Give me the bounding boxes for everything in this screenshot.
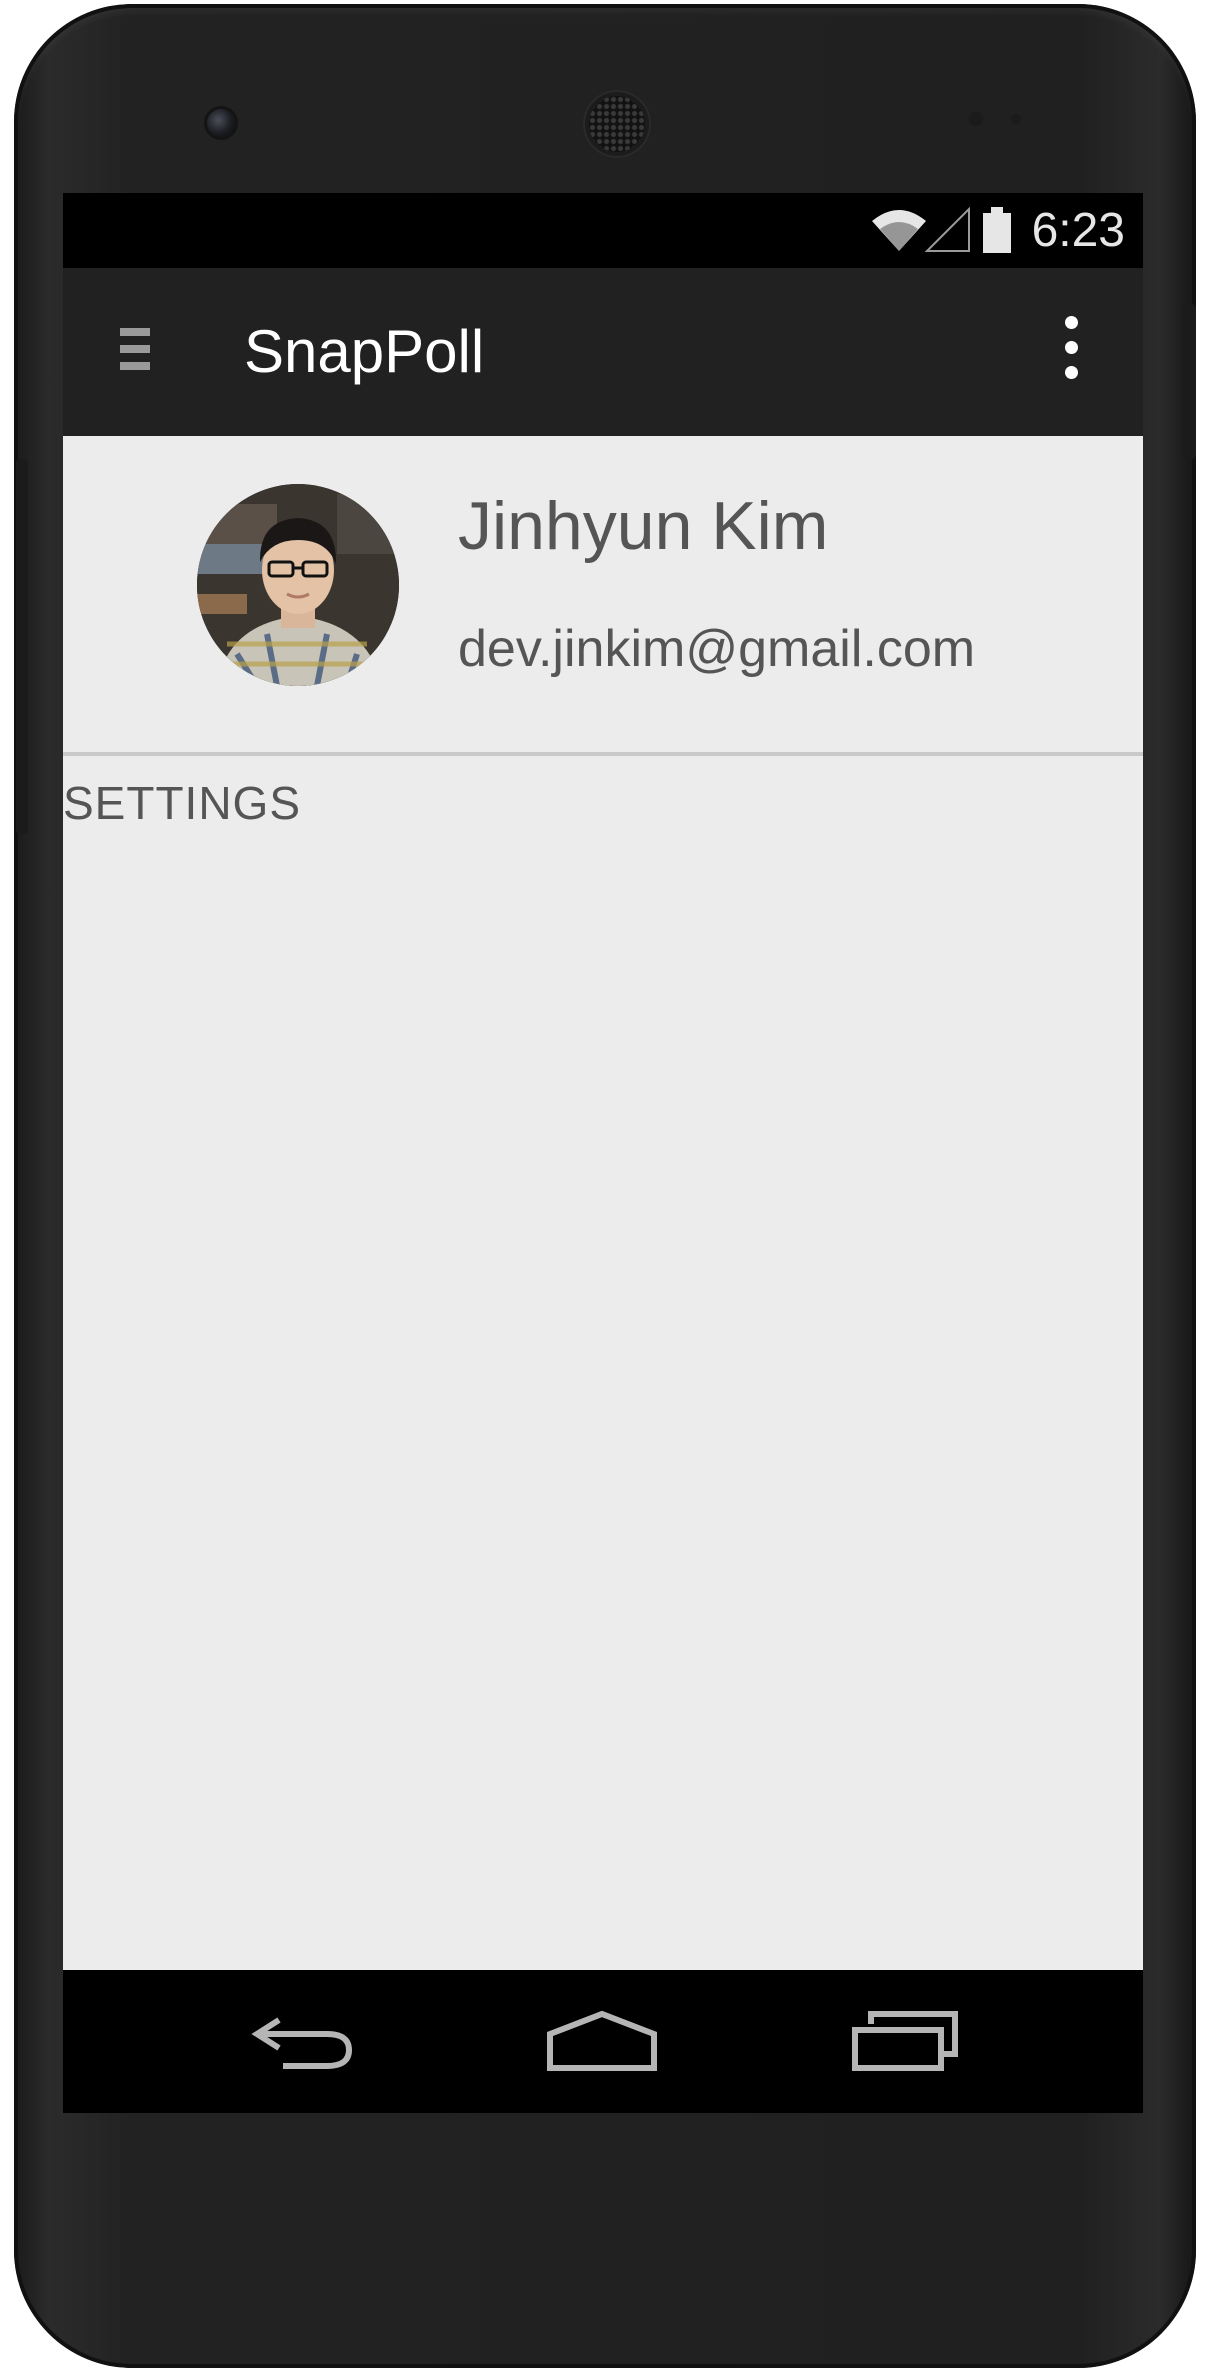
profile-email: dev.jinkim@gmail.com [458, 620, 976, 678]
light-sensor-icon [1011, 114, 1021, 124]
avatar[interactable] [197, 484, 399, 686]
earpiece-speaker-icon [589, 96, 645, 152]
drawer-menu-icon[interactable] [120, 328, 156, 374]
cell-signal-icon [924, 206, 970, 252]
volume-button [16, 459, 28, 834]
proximity-sensor-icon [969, 112, 983, 126]
navigation-bar [63, 1970, 1143, 2113]
status-bar: 6:23 [63, 193, 1143, 268]
front-camera-icon [207, 109, 235, 137]
phone-screen: 6:23 SnapPoll Jinhyun Kim dev.jinkim@gma… [63, 193, 1143, 2113]
home-icon[interactable] [546, 2008, 658, 2072]
battery-icon [983, 207, 1011, 253]
profile-name: Jinhyun Kim [458, 488, 829, 564]
recents-icon[interactable] [851, 2008, 961, 2072]
app-title: SnapPoll [244, 318, 485, 385]
status-time: 6:23 [1031, 204, 1125, 257]
power-button [1182, 304, 1196, 459]
divider [63, 752, 1143, 756]
overflow-menu-icon[interactable] [1051, 316, 1091, 388]
drawer-profile-header[interactable]: Jinhyun Kim dev.jinkim@gmail.com [63, 436, 1143, 752]
wifi-icon [872, 210, 926, 251]
settings-item[interactable]: SETTINGS [63, 775, 301, 831]
action-bar: SnapPoll [63, 268, 1143, 436]
profile-photo-icon [197, 484, 399, 686]
back-icon[interactable] [249, 2008, 359, 2074]
